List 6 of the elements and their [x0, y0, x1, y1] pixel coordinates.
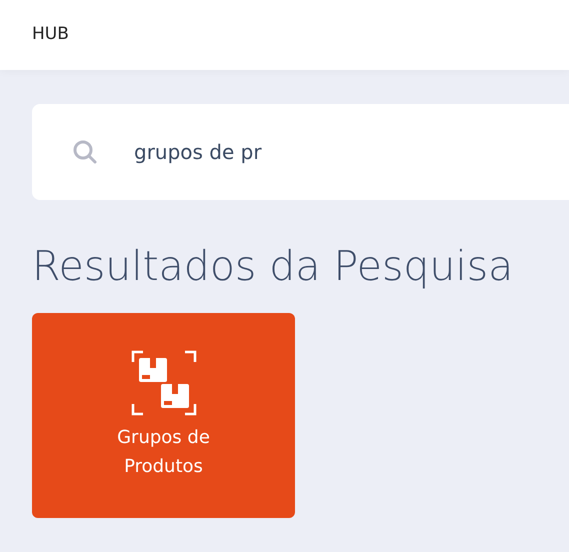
result-tile[interactable]: Grupos de Produtos — [32, 313, 295, 518]
boxes-icon — [130, 350, 196, 416]
app-title: HUB — [32, 23, 69, 46]
search-icon — [72, 139, 98, 165]
results-heading: Resultados da Pesquisa — [32, 244, 514, 290]
search-field[interactable]: grupos de pr — [134, 137, 434, 167]
